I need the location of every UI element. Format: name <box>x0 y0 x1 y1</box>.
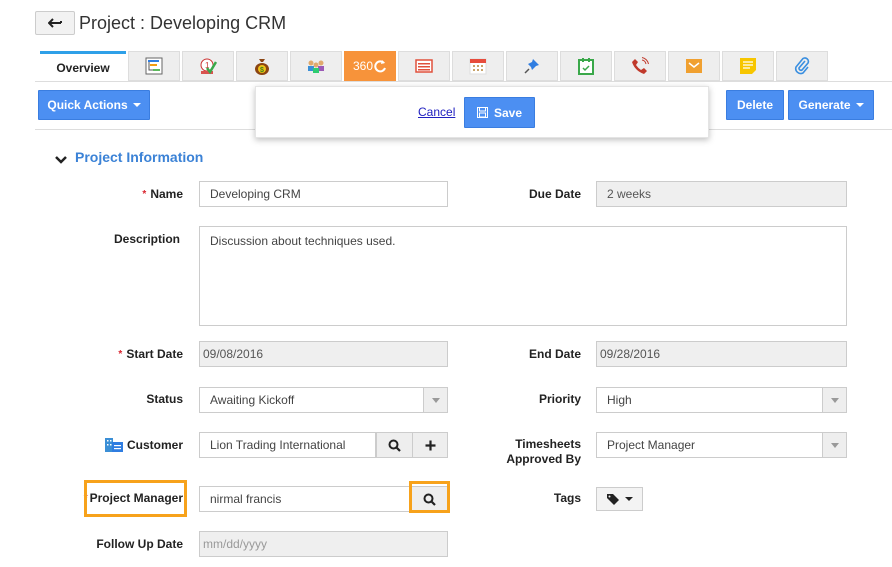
tab-email[interactable] <box>668 51 720 81</box>
required-asterisk: * <box>142 189 147 200</box>
cancel-link[interactable]: Cancel <box>418 105 455 119</box>
tab-tasks[interactable]: 1 <box>182 51 234 81</box>
section-title[interactable]: Project Information <box>75 149 203 165</box>
required-asterisk: * <box>118 349 123 360</box>
tab-attachments[interactable] <box>776 51 828 81</box>
status-select[interactable]: Awaiting Kickoff <box>199 387 448 413</box>
paperclip-icon <box>794 57 810 75</box>
dropdown-arrow-icon <box>822 433 846 457</box>
follow-up-date-label: Follow Up Date <box>96 537 183 551</box>
phone-call-icon <box>632 57 649 74</box>
tab-schedule[interactable] <box>560 51 612 81</box>
page-title: Project : Developing CRM <box>79 13 287 33</box>
tab-calendar[interactable] <box>452 51 504 81</box>
generate-button[interactable]: Generate <box>788 90 874 120</box>
caret-down-icon <box>132 103 141 107</box>
sticky-note-icon <box>740 58 756 74</box>
timesheets-approved-by-select[interactable]: Project Manager <box>596 432 847 458</box>
description-label: Description <box>113 232 180 246</box>
delete-button[interactable]: Delete <box>726 90 784 120</box>
save-popup: Cancel Save <box>255 86 709 138</box>
name-label: * Name <box>142 187 183 201</box>
customer-label: Customer <box>90 437 183 453</box>
tab-360[interactable]: 360 <box>344 51 396 81</box>
building-icon <box>104 438 123 452</box>
caret-down-icon <box>625 497 633 501</box>
tab-bar: Overview 1 $ 360 <box>40 51 830 82</box>
svg-text:$: $ <box>260 67 264 74</box>
tab-overview[interactable]: Overview <box>40 51 126 82</box>
save-button[interactable]: Save <box>464 97 535 128</box>
invoice-list-icon <box>415 59 433 73</box>
search-button-highlight <box>409 481 450 513</box>
status-label: Status <box>146 392 183 406</box>
timesheets-approved-by-label: Timesheets Approved By <box>506 437 581 466</box>
add-customer-button[interactable] <box>412 432 448 458</box>
tags-dropdown-button[interactable] <box>596 487 643 511</box>
caret-down-icon <box>855 103 864 107</box>
money-bag-icon: $ <box>255 59 269 75</box>
gantt-chart-icon <box>145 57 163 75</box>
due-date-field: 2 weeks <box>596 181 847 207</box>
back-button[interactable] <box>35 11 75 35</box>
description-textarea[interactable]: Discussion about techniques used. <box>199 226 847 326</box>
email-envelope-icon <box>686 59 702 73</box>
start-date-input[interactable]: 09/08/2016 <box>199 341 448 367</box>
chevron-down-icon[interactable] <box>55 155 67 165</box>
end-date-input[interactable]: 09/28/2016 <box>596 341 847 367</box>
name-input[interactable]: Developing CRM <box>199 181 448 207</box>
calendar-check-icon <box>578 58 594 75</box>
tab-notes[interactable] <box>722 51 774 81</box>
project-manager-input[interactable]: nirmal francis <box>199 486 410 512</box>
floppy-disk-icon <box>476 107 488 118</box>
plus-icon <box>425 440 435 450</box>
follow-up-date-input[interactable]: mm/dd/yyyy <box>199 531 448 557</box>
dropdown-arrow-icon <box>423 388 447 412</box>
pushpin-icon <box>524 59 539 74</box>
refresh-360-icon <box>374 60 386 73</box>
calendar-grid-icon <box>469 58 487 75</box>
quick-actions-button[interactable]: Quick Actions <box>38 90 150 120</box>
tab-finance[interactable]: $ <box>236 51 288 81</box>
tab-invoices[interactable] <box>398 51 450 81</box>
task-checklist-icon: 1 <box>200 58 217 75</box>
customer-input[interactable]: Lion Trading International <box>199 432 376 458</box>
tags-label: Tags <box>553 491 581 505</box>
tab-pins[interactable] <box>506 51 558 81</box>
priority-select[interactable]: High <box>596 387 847 413</box>
tabs-divider <box>35 81 892 82</box>
tab-team[interactable] <box>290 51 342 81</box>
tab-calls[interactable] <box>614 51 666 81</box>
back-arrow-icon <box>47 15 62 32</box>
search-icon <box>388 439 401 452</box>
end-date-label: End Date <box>528 347 581 361</box>
customer-search-button[interactable] <box>376 432 413 458</box>
dropdown-arrow-icon <box>822 388 846 412</box>
priority-label: Priority <box>538 392 581 406</box>
team-users-icon <box>308 60 324 73</box>
tab-gantt[interactable] <box>128 51 180 81</box>
start-date-label: * Start Date <box>118 347 183 361</box>
tag-icon <box>607 494 619 505</box>
due-date-label: Due Date <box>528 187 581 201</box>
project-manager-label-highlight <box>84 480 187 517</box>
